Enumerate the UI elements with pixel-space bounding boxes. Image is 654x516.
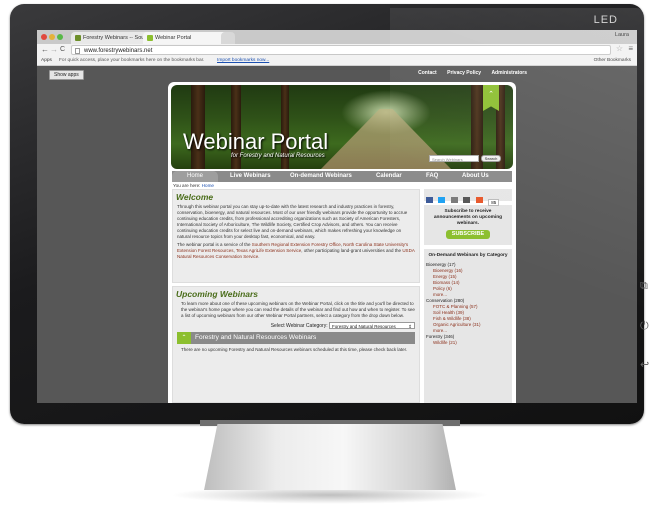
sidebar: 85 Subscribe to receive announcements on… [424,189,512,403]
twitter-icon[interactable] [438,196,446,203]
contact-link[interactable]: Contact [418,70,437,76]
chevron-up-icon: ⌃ [483,85,499,111]
partners-text: The webinar portal is a service of the [177,242,252,247]
search-input[interactable]: Search Webinars [429,155,479,162]
tab-title: Forestry Webinars -- Sout [83,35,146,41]
favicon-icon [75,35,81,41]
screen: Forestry Webinars -- Sout × Webinar Port… [37,30,637,403]
print-icon[interactable] [463,196,471,203]
browser-toolbar: ← → C www.forestrywebinars.net ☆ ≡ [37,44,637,56]
category-list: Bioenergy (17) Bioenergy (16) Energy (15… [426,262,510,346]
other-bookmarks[interactable]: Other Bookmarks [594,56,631,65]
bookmarks-hint: For quick access, place your bookmarks h… [59,58,205,63]
monitor-stand [204,424,456,490]
reload-icon[interactable]: C [60,45,65,55]
breadcrumb-home[interactable]: Home [202,183,214,188]
nav-on-demand-webinars[interactable]: On-demand Webinars [290,171,352,182]
profile-name[interactable]: Laura [615,32,629,38]
apps-shortcut[interactable]: Apps [41,56,52,65]
banner-tree [191,85,205,169]
dropdown-arrow-icon: ⇕ [408,324,412,329]
page-icon [75,48,80,54]
category-title: Forestry and Natural Resources Webinars [195,334,317,341]
share-count: 85 [488,199,500,206]
texas-agrilife-link[interactable]: Texas AgriLife Extension Service [236,248,301,253]
ondemand-heading: On-Demand Webinars by Category [428,253,508,258]
power-icon[interactable]: ⏻ [640,320,649,333]
category-header: ⌃ Forestry and Natural Resources Webinar… [177,332,415,344]
tab-webinar-portal[interactable]: Webinar Portal × [143,32,231,44]
nav-about-us[interactable]: About Us [462,171,489,182]
new-tab-button[interactable] [221,32,235,44]
nav-live-webinars[interactable]: Live Webinars [230,171,271,182]
upcoming-heading: Upcoming Webinars [176,289,259,299]
address-bar[interactable]: www.forestrywebinars.net [71,45,611,55]
browser-tab-bar: Forestry Webinars -- Sout × Webinar Port… [37,30,637,44]
url-text: www.forestrywebinars.net [84,48,153,54]
search-button[interactable]: Search [481,155,501,162]
upcoming-panel: Upcoming Webinars To learn more about on… [172,286,420,403]
subscribe-text: Subscribe to receive announcements on up… [433,209,503,226]
site-container: Webinar Portal for Forestry and Natural … [168,82,516,403]
forward-arrow-icon[interactable]: → [50,45,58,55]
category-select-row: Select Webinar Category: Forestry and Na… [177,322,415,329]
facebook-icon[interactable] [426,196,433,203]
main-content: Welcome Through this webinar portal you … [172,189,420,403]
subcategory-link[interactable]: Wildlife (21) [426,340,510,346]
subscribe-box: Subscribe to receive announcements on up… [424,205,512,245]
led-label: LED [593,14,618,26]
window-icon[interactable]: ⧉ [640,280,648,293]
partners-text: , other participating land-grant univers… [301,248,403,253]
menu-icon[interactable]: ≡ [628,44,633,53]
web-page: Show apps Contact Privacy Policy Adminis… [37,66,637,403]
close-window-icon[interactable] [41,34,47,40]
no-webinars-message: There are no upcoming Forestry and Natur… [181,347,408,352]
breadcrumb-prefix: You are here: [173,183,201,188]
nav-calendar[interactable]: Calendar [376,171,402,182]
star-icon[interactable]: ☆ [616,44,623,53]
back-icon[interactable]: ↩ [640,358,649,371]
top-links: Contact Privacy Policy Administrators [409,70,527,76]
chevron-up-icon: ⌃ [177,332,191,344]
social-share-bar: 85 [424,189,512,206]
subscribe-button[interactable]: SUBSCRIBE [446,230,490,239]
welcome-paragraph: Through this webinar portal you can stay… [177,204,408,239]
tab-forestry-webinars[interactable]: Forestry Webinars -- Sout × [71,32,153,44]
ondemand-categories-box: On-Demand Webinars by Category Bioenergy… [424,249,512,403]
nav-home[interactable]: Home [172,171,218,182]
partners-text: . [258,254,260,259]
welcome-panel: Welcome Through this webinar portal you … [172,189,420,283]
srefo-link[interactable]: Southern Regional Extension Forestry Off… [252,242,341,247]
tab-title: Webinar Portal [155,35,192,41]
back-arrow-icon[interactable]: ← [41,45,49,55]
show-apps-button[interactable]: Show apps [49,70,84,80]
social-icons [426,191,488,208]
welcome-heading: Welcome [176,192,214,202]
favicon-icon [147,35,153,41]
maximize-window-icon[interactable] [57,34,63,40]
category-select-label: Select Webinar Category: [270,322,328,329]
nav-faq[interactable]: FAQ [426,171,438,182]
monitor-bezel: LED Forestry Webinars -- Sout × Webinar … [10,4,650,424]
administrators-link[interactable]: Administrators [491,70,527,76]
main-nav: Home Live Webinars On-demand Webinars Ca… [172,171,512,182]
upcoming-paragraph: To learn more about one of these upcomin… [181,301,415,318]
minimize-window-icon[interactable] [49,34,55,40]
header-banner: Webinar Portal for Forestry and Natural … [171,85,513,169]
category-select-value: Forestry and Natural Resources [332,324,396,329]
share-icon[interactable] [475,196,483,203]
site-subtitle: for Forestry and Natural Resources [231,153,325,159]
bookmarks-bar: Apps For quick access, place your bookma… [37,56,637,66]
email-icon[interactable] [450,196,458,203]
partners-paragraph: The webinar portal is a service of the S… [177,242,415,260]
privacy-policy-link[interactable]: Privacy Policy [447,70,481,76]
breadcrumb: You are here: Home [173,183,214,188]
category-select[interactable]: Forestry and Natural Resources ⇕ [329,322,415,329]
import-bookmarks-link[interactable]: Import bookmarks now... [217,56,269,65]
site-title: Webinar Portal [183,129,329,154]
